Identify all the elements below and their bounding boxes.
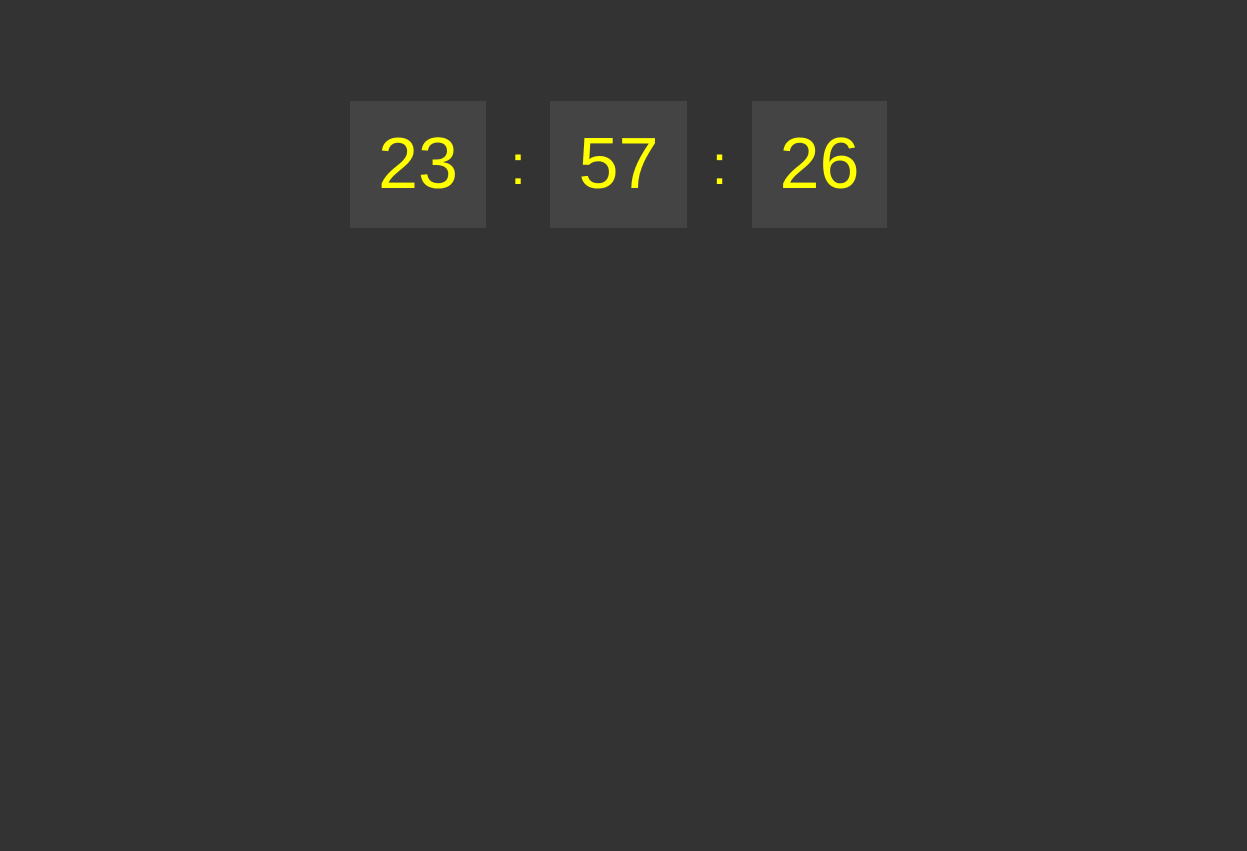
minutes-seconds-separator: : bbox=[711, 133, 728, 196]
minutes-display: 57 bbox=[550, 101, 687, 228]
hours-minutes-separator: : bbox=[510, 133, 526, 196]
hours-display: 23 bbox=[350, 101, 486, 228]
digital-clock: 23 : 57 : 26 bbox=[350, 101, 887, 228]
seconds-display: 26 bbox=[752, 101, 887, 228]
